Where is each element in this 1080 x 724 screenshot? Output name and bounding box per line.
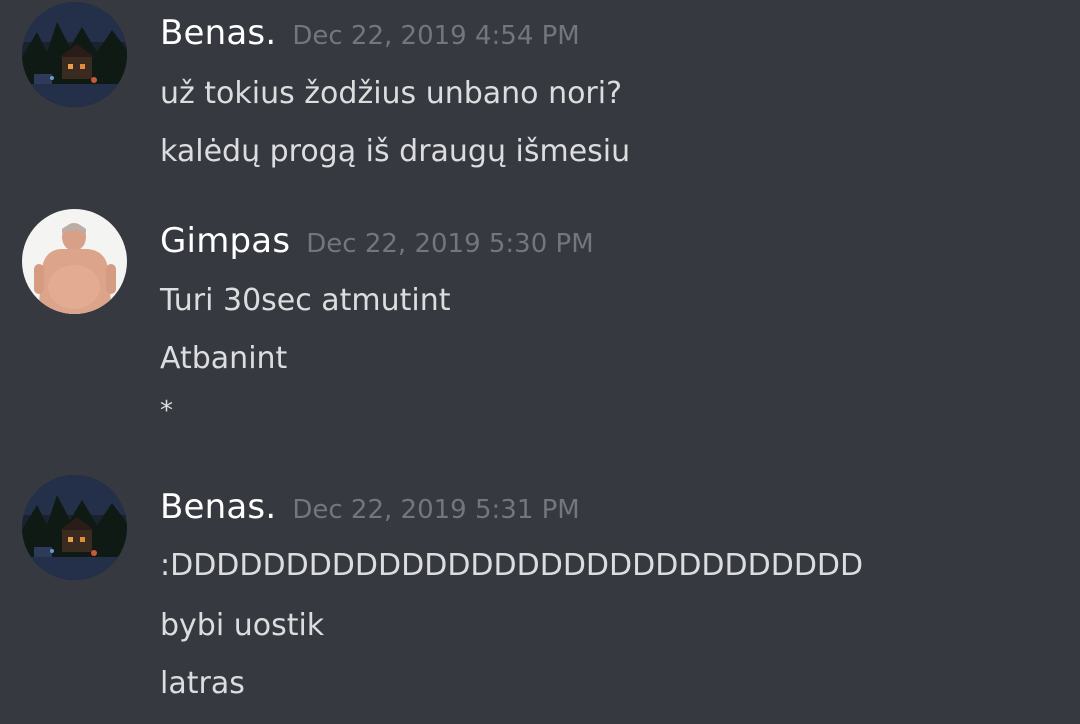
message-text: * bbox=[160, 396, 173, 426]
message-text: už tokius žodžius unbano nori? bbox=[160, 76, 623, 111]
username[interactable]: Benas. bbox=[160, 13, 276, 53]
avatar[interactable] bbox=[22, 475, 127, 580]
username[interactable]: Benas. bbox=[160, 487, 276, 527]
man-photo-avatar-icon bbox=[22, 209, 127, 314]
avatar[interactable] bbox=[22, 2, 127, 107]
username[interactable]: Gimpas bbox=[160, 221, 290, 261]
timestamp: Dec 22, 2019 4:54 PM bbox=[292, 21, 580, 51]
night-town-avatar-icon bbox=[22, 2, 127, 107]
night-town-avatar-icon bbox=[22, 475, 127, 580]
message-header: Benas. Dec 22, 2019 5:31 PM bbox=[160, 490, 580, 524]
message-header: Benas. Dec 22, 2019 4:54 PM bbox=[160, 16, 580, 50]
message-text: Atbanint bbox=[160, 341, 288, 376]
message-text: bybi uostik bbox=[160, 608, 325, 643]
timestamp: Dec 22, 2019 5:30 PM bbox=[306, 229, 594, 259]
avatar[interactable] bbox=[22, 209, 127, 314]
message-text: :DDDDDDDDDDDDDDDDDDDDDDDDDDDDDD bbox=[160, 548, 864, 583]
message-header: Gimpas Dec 22, 2019 5:30 PM bbox=[160, 224, 594, 258]
message-text: latras bbox=[160, 666, 245, 701]
message-text: Turi 30sec atmutint bbox=[160, 283, 451, 318]
timestamp: Dec 22, 2019 5:31 PM bbox=[292, 495, 580, 525]
message-text: kalėdų progą iš draugų išmesiu bbox=[160, 134, 631, 169]
